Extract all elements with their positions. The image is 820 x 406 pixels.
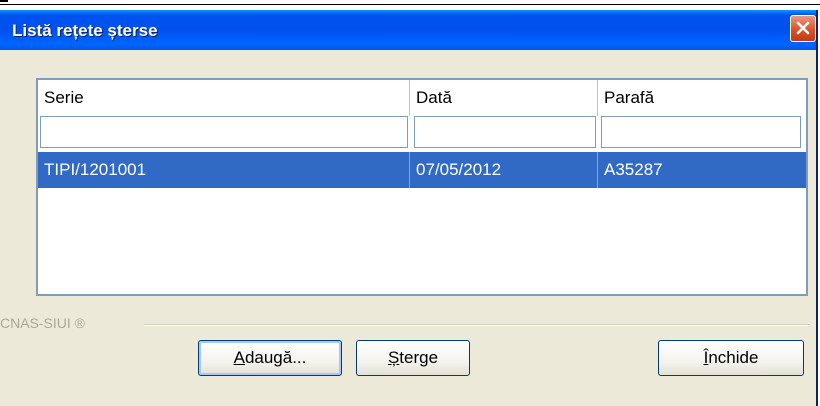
table-row[interactable]: TIPI/1201001 07/05/2012 A35287 [38,152,806,188]
column-header-data[interactable]: Dată [410,80,598,116]
filter-serie-input[interactable] [40,116,408,148]
frame-top-line [0,4,820,5]
cell-text: A35287 [604,160,663,179]
column-header-label: Dată [416,88,452,107]
filter-data-input[interactable] [414,116,596,148]
group-divider [144,324,810,326]
cell-text: TIPI/1201001 [44,160,147,179]
delete-button[interactable]: Șterge [356,340,470,376]
cell-text: 07/05/2012 [416,160,502,179]
close-icon [796,21,810,35]
column-header-serie[interactable]: Serie [38,80,410,116]
add-button-label: daugă... [244,348,307,367]
add-button[interactable]: Adaugă... [198,340,342,376]
dialog-window: Listă rețete șterse Serie Dată Parafă TI… [0,10,818,406]
close-window-button[interactable] [790,15,816,42]
filter-parafa-input[interactable] [601,116,801,148]
column-header-label: Serie [44,88,84,107]
cell-serie: TIPI/1201001 [38,152,410,188]
delete-button-mnemonic: Ș [387,348,400,367]
title-bar[interactable]: Listă rețete șterse [0,10,816,50]
cell-parafa: A35287 [598,152,806,188]
cell-data: 07/05/2012 [410,152,598,188]
column-header-label: Parafă [604,88,655,107]
close-button-label: nchide [708,348,759,367]
delete-button-label: terge [399,348,439,367]
brand-label: CNAS-SIUI ® [0,315,85,331]
add-button-mnemonic: A [233,348,245,367]
column-header-parafa[interactable]: Parafă [598,80,806,116]
frame-corner [0,0,8,2]
close-button[interactable]: Închide [658,340,804,376]
deleted-prescriptions-list[interactable]: Serie Dată Parafă TIPI/1201001 07/05/201… [36,78,808,296]
window-title: Listă rețete șterse [12,21,158,40]
